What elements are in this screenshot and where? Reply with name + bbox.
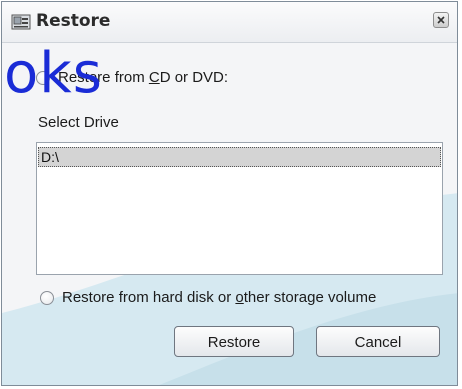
close-button[interactable] [433, 12, 449, 28]
title-bar[interactable]: Restore [2, 2, 457, 43]
restore-dialog: Restore oks Restore from CD or DVD: Sele… [1, 1, 458, 386]
drive-listbox[interactable]: D:\ [36, 142, 443, 275]
cancel-button[interactable]: Cancel [316, 326, 440, 357]
restore-app-icon [11, 14, 31, 30]
radio-hard-disk-label[interactable]: Restore from hard disk or other storage … [62, 289, 376, 306]
drive-list-item[interactable]: D:\ [38, 147, 441, 167]
close-icon [437, 16, 445, 24]
radio-hard-disk[interactable] [40, 291, 54, 305]
restore-button[interactable]: Restore [174, 326, 294, 357]
select-drive-label: Select Drive [38, 114, 119, 131]
window-title: Restore [36, 11, 111, 31]
watermark-text: oks [4, 41, 103, 106]
